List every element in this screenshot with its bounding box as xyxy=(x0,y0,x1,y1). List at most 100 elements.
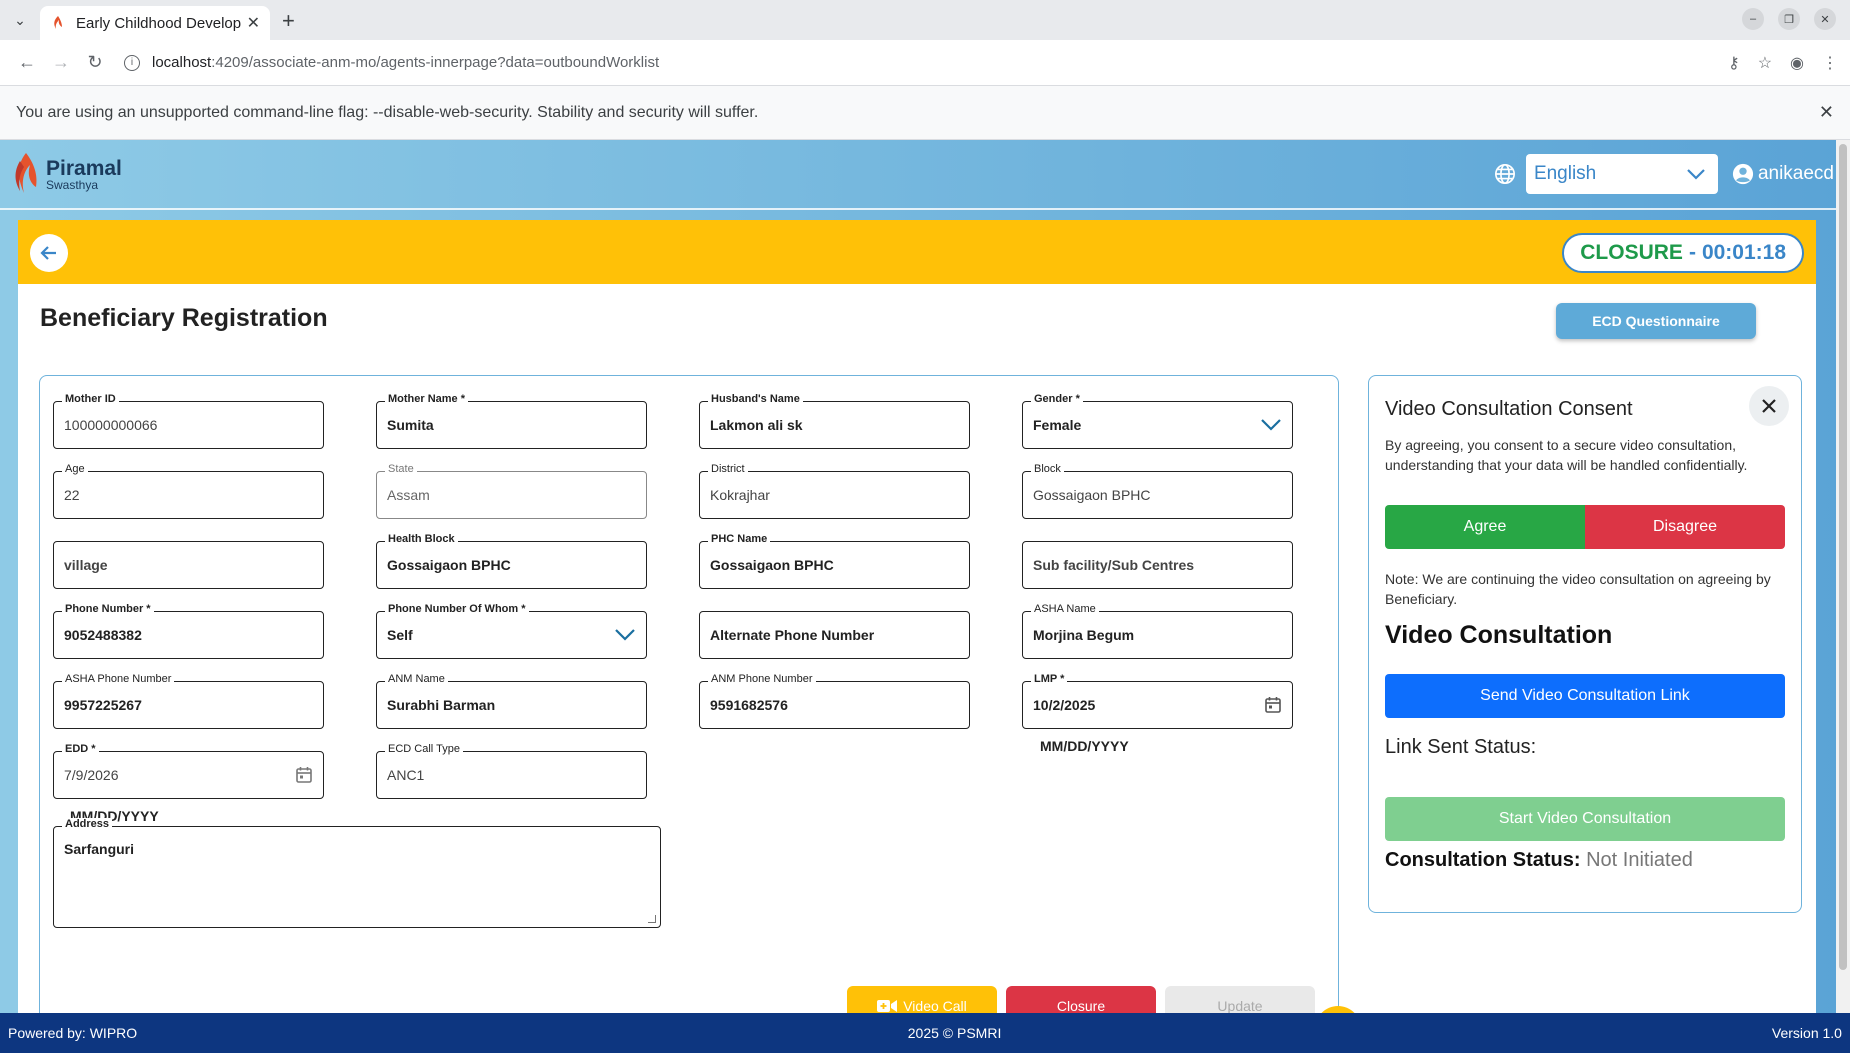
start-consultation-button[interactable]: Start Video Consultation xyxy=(1385,797,1785,841)
lmp-date-hint: MM/DD/YYYY xyxy=(1040,738,1129,754)
video-call-button[interactable]: Video Call xyxy=(847,986,997,1013)
anm-name-field[interactable]: ANM Name Surabhi Barman xyxy=(376,673,647,729)
field-label: District xyxy=(708,463,748,475)
site-info-icon[interactable]: i xyxy=(124,54,140,71)
consent-buttons: Agree Disagree xyxy=(1385,505,1785,549)
age-field[interactable]: Age 22 xyxy=(53,463,324,519)
asha-name-field[interactable]: ASHA Name Morjina Begum xyxy=(1022,603,1293,659)
field-label: Age xyxy=(62,463,88,475)
user-menu[interactable]: anikaecd xyxy=(1732,163,1834,185)
field-label: Mother ID xyxy=(62,393,119,405)
language-value: English xyxy=(1533,163,1597,184)
field-label: PHC Name xyxy=(708,533,771,545)
password-key-icon[interactable]: ⚷ xyxy=(1728,53,1740,73)
lmp-date-field[interactable]: LMP * 10/2/2025 xyxy=(1022,673,1293,729)
resize-handle-icon[interactable] xyxy=(648,915,656,923)
phone-number-field[interactable]: Phone Number * 9052488382 xyxy=(53,603,324,659)
field-value: 7/9/2026 xyxy=(64,767,119,783)
logo-subtitle: Swasthya xyxy=(46,177,99,192)
chevron-down-icon xyxy=(1261,419,1281,431)
address-bar-icons: ⚷ ☆ ◉ ⋮ xyxy=(1728,53,1838,73)
calendar-icon[interactable] xyxy=(295,766,313,784)
url-field[interactable]: i localhost:4209/associate-anm-mo/agents… xyxy=(124,54,1728,71)
language-select[interactable]: English xyxy=(1525,154,1718,194)
profile-icon[interactable]: ◉ xyxy=(1790,53,1804,73)
back-button[interactable] xyxy=(30,234,68,272)
close-button[interactable] xyxy=(1749,386,1789,426)
page-title: Beneficiary Registration xyxy=(40,304,328,332)
send-link-button[interactable]: Send Video Consultation Link xyxy=(1385,674,1785,718)
window-close-icon[interactable]: ✕ xyxy=(1814,8,1836,30)
disagree-button[interactable]: Disagree xyxy=(1585,505,1785,549)
tab-list-icon[interactable]: ⌄ xyxy=(6,6,34,34)
district-field[interactable]: District Kokrajhar xyxy=(699,463,970,519)
floating-action-button[interactable] xyxy=(1315,1006,1361,1013)
sub-facility-field[interactable]: Sub facility/Sub Centres xyxy=(1022,541,1293,589)
field-value: Gossaigaon BPHC xyxy=(387,557,511,573)
minimize-icon[interactable]: – xyxy=(1742,8,1764,30)
calendar-icon[interactable] xyxy=(1264,696,1282,714)
field-label: Address xyxy=(62,818,113,830)
call-timer-pill: CLOSURE - 00:01:18 xyxy=(1562,233,1804,273)
field-label: LMP * xyxy=(1031,673,1068,685)
field-label: Gender * xyxy=(1031,393,1083,405)
reload-icon[interactable]: ↻ xyxy=(80,52,110,73)
favicon-icon xyxy=(54,16,62,29)
ecd-questionnaire-button[interactable]: ECD Questionnaire xyxy=(1556,303,1756,339)
field-value: Lakmon ali sk xyxy=(710,417,803,433)
call-timer: 00:01:18 xyxy=(1701,241,1786,264)
state-field[interactable]: State Assam xyxy=(376,463,647,519)
block-field[interactable]: Block Gossaigaon BPHC xyxy=(1022,463,1293,519)
field-value: Kokrajhar xyxy=(710,487,770,503)
alternate-phone-field[interactable]: Alternate Phone Number xyxy=(699,611,970,659)
more-menu-icon[interactable]: ⋮ xyxy=(1822,53,1838,73)
update-button[interactable]: Update xyxy=(1165,986,1315,1013)
agree-button[interactable]: Agree xyxy=(1385,505,1585,549)
video-call-label: Video Call xyxy=(903,998,967,1013)
address-textarea[interactable]: Address Sarfanguri xyxy=(53,818,661,928)
closure-button[interactable]: Closure xyxy=(1006,986,1156,1013)
infobar-close-icon[interactable]: ✕ xyxy=(1819,102,1834,123)
app-container: Piramal Swasthya English anikaecd CLOSUR… xyxy=(0,140,1850,1053)
field-label: ANM Name xyxy=(385,673,448,685)
field-value: Morjina Begum xyxy=(1033,627,1135,643)
field-value: Surabhi Barman xyxy=(387,697,496,713)
chevron-down-icon xyxy=(1687,169,1705,180)
call-status-bar: CLOSURE - 00:01:18 xyxy=(18,220,1816,284)
warning-infobar: You are using an unsupported command-lin… xyxy=(0,86,1850,140)
bookmark-star-icon[interactable]: ☆ xyxy=(1758,53,1772,73)
gender-select[interactable]: Gender * Female xyxy=(1022,393,1293,449)
closure-label: Closure xyxy=(1056,998,1106,1013)
url-path: :4209/associate-anm-mo/agents-innerpage?… xyxy=(211,54,660,71)
back-arrow-icon[interactable]: ← xyxy=(12,52,42,73)
globe-icon xyxy=(1494,164,1515,184)
phc-name-field[interactable]: PHC Name Gossaigaon BPHC xyxy=(699,533,970,589)
ecd-call-type-field[interactable]: ECD Call Type ANC1 xyxy=(376,743,647,799)
link-sent-status: Link Sent Status: xyxy=(1385,736,1537,758)
field-value: Self xyxy=(387,627,413,643)
app-footer: Powered by: WIPRO 2025 © PSMRI Version 1… xyxy=(0,1013,1850,1053)
forward-arrow-icon[interactable]: → xyxy=(46,52,76,73)
footer-copyright: 2025 © PSMRI xyxy=(907,1025,1002,1041)
village-field[interactable]: village xyxy=(53,541,324,589)
phone-of-whom-select[interactable]: Phone Number Of Whom * Self xyxy=(376,603,647,659)
field-placeholder: Sub facility/Sub Centres xyxy=(1033,557,1195,573)
husband-name-field[interactable]: Husband's Name Lakmon ali sk xyxy=(699,393,970,449)
field-value: Sumita xyxy=(387,417,434,433)
page-scrollbar[interactable] xyxy=(1836,140,1850,1013)
logo-title: Piramal xyxy=(46,156,122,180)
browser-tab[interactable]: Early Childhood Develop ✕ xyxy=(40,6,270,40)
anm-phone-field[interactable]: ANM Phone Number 9591682576 xyxy=(699,673,970,729)
health-block-field[interactable]: Health Block Gossaigaon BPHC xyxy=(376,533,647,589)
mother-name-field[interactable]: Mother Name * Sumita xyxy=(376,393,647,449)
asha-phone-field[interactable]: ASHA Phone Number 9957225267 xyxy=(53,673,324,729)
field-label: Phone Number Of Whom * xyxy=(385,603,529,615)
field-label: ASHA Phone Number xyxy=(62,673,175,685)
field-label: ECD Call Type xyxy=(385,743,463,755)
scrollbar-thumb[interactable] xyxy=(1839,144,1847,970)
new-tab-icon[interactable]: + xyxy=(282,8,295,34)
tab-close-icon[interactable]: ✕ xyxy=(247,13,260,33)
restore-icon[interactable]: ❐ xyxy=(1778,8,1800,30)
mother-id-field[interactable]: Mother ID 100000000066 xyxy=(53,393,324,449)
edd-date-field[interactable]: EDD * 7/9/2026 xyxy=(53,743,324,799)
